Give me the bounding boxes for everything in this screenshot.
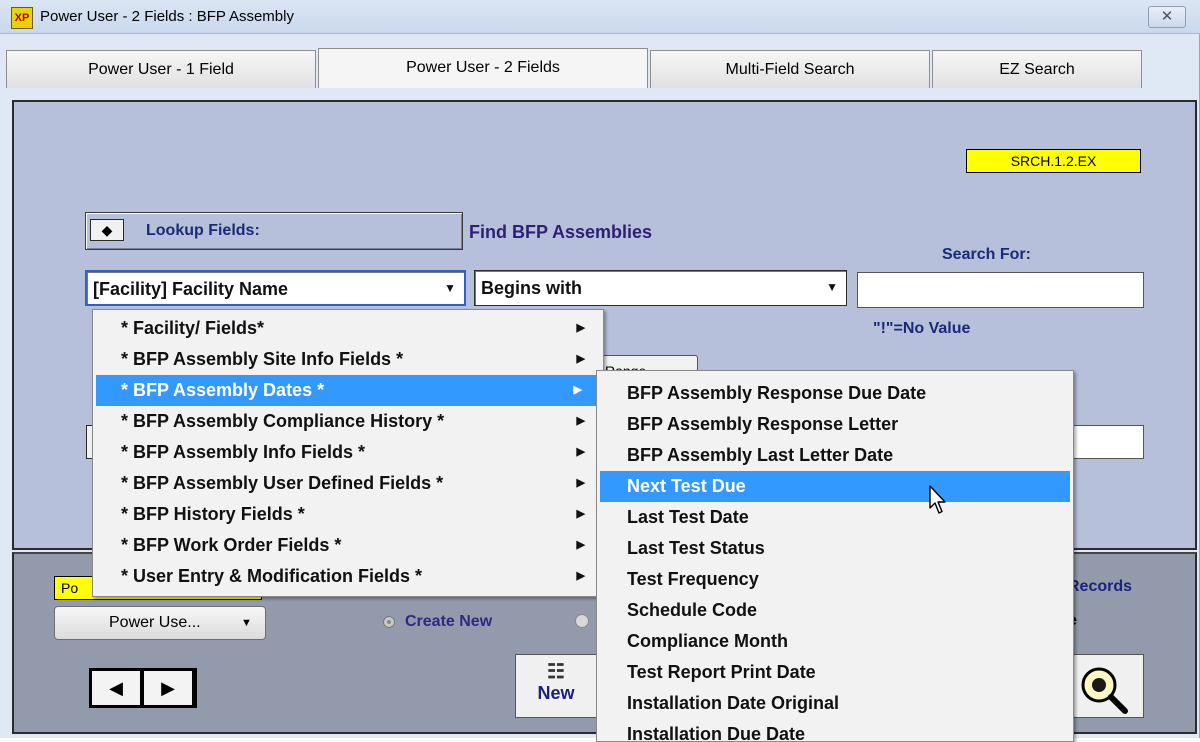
chevron-right-icon: ▶ bbox=[576, 477, 585, 489]
create-new-radio[interactable]: Create New bbox=[383, 613, 492, 631]
tab-power-user-2-fields[interactable]: Power User - 2 Fields bbox=[318, 48, 648, 88]
menu-item-user-defined-fields[interactable]: * BFP Assembly User Defined Fields * ▶ bbox=[93, 468, 603, 499]
operator-select-value: Begins with bbox=[481, 278, 583, 298]
menu-item-label: * BFP Assembly Dates * bbox=[121, 380, 325, 400]
menu-item-history-fields[interactable]: * BFP History Fields * ▶ bbox=[93, 499, 603, 530]
previous-button[interactable]: ◀ bbox=[92, 671, 140, 705]
close-icon: ✕ bbox=[1160, 8, 1174, 25]
chevron-right-icon: ▶ bbox=[576, 446, 585, 458]
radio-icon bbox=[383, 616, 395, 628]
submenu-item[interactable]: Schedule Code bbox=[597, 595, 1073, 626]
submenu-item-next-test-due[interactable]: Next Test Due bbox=[600, 471, 1070, 502]
search-input[interactable] bbox=[857, 272, 1144, 308]
find-title: Find BFP Assemblies bbox=[469, 222, 653, 242]
menu-item-label: * BFP Assembly User Defined Fields * bbox=[121, 473, 444, 493]
records-label: Records bbox=[1068, 578, 1133, 595]
submenu-item[interactable]: Installation Date Original bbox=[597, 688, 1073, 719]
chevron-down-icon: ▼ bbox=[444, 281, 456, 295]
arrow-right-icon: ▶ bbox=[161, 678, 175, 698]
mode-select-value: Power Use... bbox=[109, 614, 201, 631]
chevron-right-icon: ▶ bbox=[576, 353, 585, 365]
submenu-item[interactable]: BFP Assembly Last Letter Date bbox=[597, 440, 1073, 471]
menu-item-user-entry-fields[interactable]: * User Entry & Modification Fields * ▶ bbox=[93, 561, 603, 592]
menu-item-assembly-dates[interactable]: * BFP Assembly Dates * ▶ bbox=[96, 375, 600, 406]
chevron-down-icon: ▼ bbox=[241, 617, 252, 629]
no-value-note: "!"=No Value bbox=[873, 320, 971, 337]
diamond-icon[interactable]: ◆ bbox=[90, 219, 124, 241]
field-select-value: [Facility] Facility Name bbox=[93, 279, 289, 299]
window-title: Power User - 2 Fields : BFP Assembly bbox=[40, 8, 294, 25]
screen-code-badge: SRCH.1.2.EX bbox=[966, 149, 1141, 173]
chevron-right-icon: ▶ bbox=[576, 570, 585, 582]
submenu-item[interactable]: Last Test Date bbox=[597, 502, 1073, 533]
close-button[interactable]: ✕ bbox=[1148, 6, 1186, 28]
chevron-right-icon: ▶ bbox=[576, 539, 585, 551]
date-fields-submenu: BFP Assembly Response Due Date BFP Assem… bbox=[596, 370, 1074, 742]
app-logo-icon: XP bbox=[11, 7, 33, 29]
menu-item-label: * BFP Assembly Compliance History * bbox=[121, 411, 445, 431]
menu-item-assembly-info-fields[interactable]: * BFP Assembly Info Fields * ▶ bbox=[93, 437, 603, 468]
chevron-down-icon: ▼ bbox=[826, 280, 838, 294]
operator-select[interactable]: Begins with ▼ bbox=[474, 270, 847, 306]
tab-strip: Power User - 1 Field Power User - 2 Fiel… bbox=[6, 48, 1194, 88]
field-select[interactable]: [Facility] Facility Name ▼ bbox=[85, 270, 466, 306]
menu-item-label: * BFP Assembly Info Fields * bbox=[121, 442, 366, 462]
field-category-menu: * Facility/ Fields* ▶ * BFP Assembly Site… bbox=[92, 309, 604, 597]
chevron-right-icon: ▶ bbox=[576, 508, 585, 520]
menu-item-label: * Facility/ Fields* bbox=[121, 318, 265, 338]
create-new-label: Create New bbox=[405, 613, 493, 630]
chevron-right-icon: ▶ bbox=[576, 415, 585, 427]
menu-item-label: * User Entry & Modification Fields * bbox=[121, 566, 423, 586]
menu-item-label: * BFP Assembly Site Info Fields * bbox=[121, 349, 404, 369]
record-navigator: ◀ ▶ bbox=[89, 668, 197, 708]
chevron-right-icon: ▶ bbox=[573, 384, 582, 396]
arrow-left-icon: ◀ bbox=[109, 678, 123, 698]
submenu-item[interactable]: Installation Due Date bbox=[597, 719, 1073, 741]
new-button[interactable]: ☷ New bbox=[515, 654, 597, 718]
mouse-pointer-icon bbox=[929, 485, 946, 514]
new-button-label: New bbox=[537, 683, 575, 703]
tab-power-user-1-field[interactable]: Power User - 1 Field bbox=[6, 50, 316, 88]
other-radio[interactable] bbox=[575, 614, 589, 628]
menu-item-facility-fields[interactable]: * Facility/ Fields* ▶ bbox=[93, 313, 603, 344]
tab-ez-search[interactable]: EZ Search bbox=[932, 50, 1142, 88]
submenu-item[interactable]: Test Report Print Date bbox=[597, 657, 1073, 688]
submenu-item[interactable]: BFP Assembly Response Letter bbox=[597, 409, 1073, 440]
lookup-fields-label: Lookup Fields: bbox=[146, 222, 260, 239]
chevron-right-icon: ▶ bbox=[576, 322, 585, 334]
menu-item-label: * BFP Work Order Fields * bbox=[121, 535, 342, 555]
menu-item-work-order-fields[interactable]: * BFP Work Order Fields * ▶ bbox=[93, 530, 603, 561]
submenu-item[interactable]: Last Test Status bbox=[597, 533, 1073, 564]
search-for-label: Search For: bbox=[942, 246, 1031, 263]
menu-item-site-info-fields[interactable]: * BFP Assembly Site Info Fields * ▶ bbox=[93, 344, 603, 375]
next-button[interactable]: ▶ bbox=[144, 671, 192, 705]
mode-select[interactable]: Power Use... ▼ bbox=[54, 606, 266, 640]
submenu-item[interactable]: Compliance Month bbox=[597, 626, 1073, 657]
submenu-item[interactable]: Test Frequency bbox=[597, 564, 1073, 595]
lookup-fields-button[interactable] bbox=[85, 212, 463, 250]
list-icon: ☷ bbox=[547, 661, 565, 683]
menu-item-label: * BFP History Fields * bbox=[121, 504, 305, 524]
menu-item-compliance-history[interactable]: * BFP Assembly Compliance History * ▶ bbox=[93, 406, 603, 437]
submenu-item[interactable]: BFP Assembly Response Due Date bbox=[597, 378, 1073, 409]
tab-multi-field-search[interactable]: Multi-Field Search bbox=[650, 50, 930, 88]
